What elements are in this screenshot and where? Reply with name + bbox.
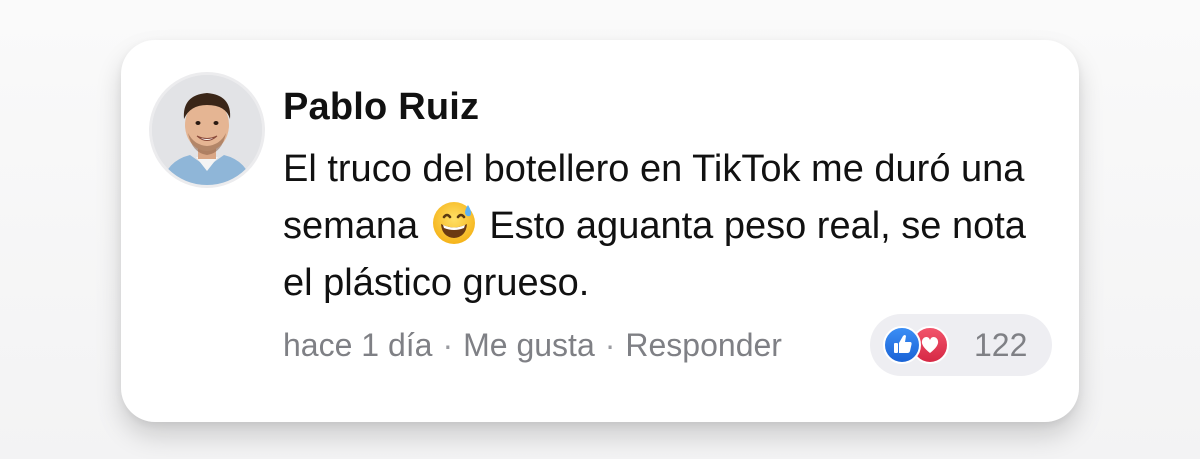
reply-button[interactable]: Responder	[625, 327, 782, 363]
comment-meta: hace 1 día · Me gusta · Responder	[283, 327, 782, 364]
author-name[interactable]: Pablo Ruiz	[283, 86, 479, 129]
comment-card: Pablo Ruiz El truco del botellero en Tik…	[121, 40, 1079, 422]
meta-separator: ·	[604, 327, 616, 363]
reactions-summary[interactable]: 122	[870, 314, 1052, 376]
comment-text: El truco del botellero en TikTok me duró…	[283, 141, 1063, 312]
grinning-face-with-sweat-icon	[430, 199, 478, 247]
like-icon	[883, 326, 921, 364]
reaction-count: 122	[974, 327, 1028, 363]
avatar-photo	[152, 75, 262, 185]
avatar[interactable]	[149, 72, 265, 188]
page-background: Pablo Ruiz El truco del botellero en Tik…	[0, 0, 1200, 459]
comment-timestamp[interactable]: hace 1 día	[283, 327, 432, 363]
meta-separator: ·	[442, 327, 454, 363]
like-button[interactable]: Me gusta	[463, 327, 595, 363]
